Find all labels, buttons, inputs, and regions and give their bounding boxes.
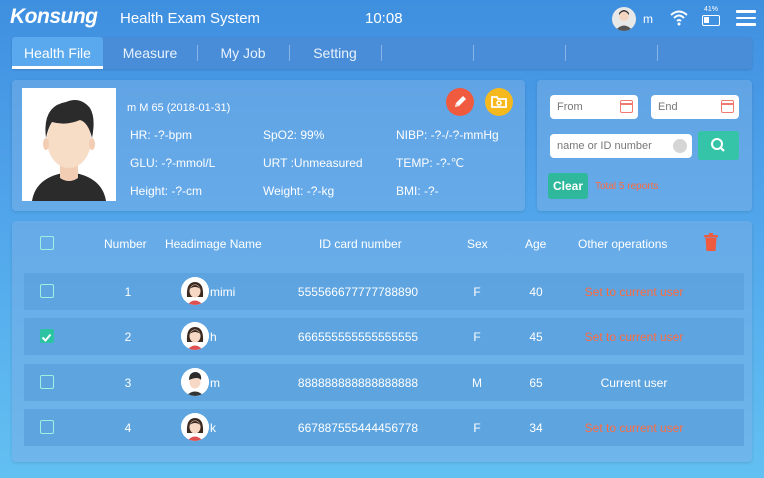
folder-icon (491, 96, 507, 108)
patient-table: Number Headimage Name ID card number Sex… (12, 221, 752, 462)
row-checkbox[interactable] (40, 284, 54, 298)
patient-summary-card: m M 65 (2018-01-31) HR: -?-bpm SpO2: 99%… (12, 80, 525, 211)
col-header-name: Headimage Name (165, 237, 262, 251)
row-id-number: 555566677777788890 (297, 285, 419, 299)
row-sex: M (472, 376, 482, 390)
user-avatar[interactable] (612, 7, 636, 31)
date-from-field[interactable]: From (550, 95, 638, 119)
bmi-value: BMI: -?- (396, 184, 439, 198)
wifi-icon (670, 10, 688, 26)
date-from-placeholder: From (557, 101, 583, 113)
row-operation: Current user (600, 376, 668, 390)
app-logo: Konsung (10, 5, 98, 28)
table-row[interactable]: 2 h 666555555555555555 F 45 Set to current us… (24, 318, 744, 355)
pencil-icon (455, 96, 466, 107)
row-number: 3 (124, 376, 132, 390)
row-id-number: 666555555555555555 (297, 330, 419, 344)
calendar-icon (620, 100, 633, 113)
table-row[interactable]: 1 mimi 555566677777788890 F 40 Set to current… (24, 273, 744, 310)
tab-my-job[interactable]: My Job (197, 37, 289, 69)
status-bar: Konsung Health Exam System 10:08 m 41% (0, 0, 764, 36)
row-operation[interactable]: Set to current user (554, 330, 714, 344)
date-end-field[interactable]: End (651, 95, 739, 119)
clear-button[interactable]: Clear (548, 173, 588, 199)
search-input-placeholder: name or ID number (557, 140, 652, 152)
row-name: m (210, 376, 220, 390)
row-checkbox[interactable] (40, 329, 54, 343)
row-checkbox[interactable] (40, 375, 54, 389)
current-user-name: m (643, 12, 653, 26)
row-age: 40 (529, 285, 543, 299)
search-input[interactable]: name or ID number (550, 134, 692, 158)
avatar (181, 368, 209, 396)
clear-input-icon[interactable] (673, 139, 687, 153)
row-age: 45 (529, 330, 543, 344)
weight-value: Weight: -?-kg (263, 184, 335, 198)
row-number: 2 (124, 330, 132, 344)
urt-value: URT :Unmeasured (263, 156, 363, 170)
row-age: 65 (529, 376, 543, 390)
app-title: Health Exam System (120, 10, 261, 27)
search-icon (711, 138, 725, 152)
spo2-value: SpO2: 99% (263, 128, 325, 142)
total-reports-text: Total 5 reports (595, 181, 659, 192)
check-icon (41, 333, 52, 342)
battery-icon: 41% (699, 6, 723, 30)
open-folder-button[interactable] (485, 88, 513, 116)
avatar (181, 277, 209, 305)
col-header-sex: Sex (467, 237, 488, 251)
tab-health-file[interactable]: Health File (12, 37, 103, 69)
hamburger-menu-icon[interactable] (736, 10, 756, 26)
col-header-id: ID card number (319, 237, 402, 251)
date-end-placeholder: End (658, 101, 678, 113)
col-header-age: Age (525, 237, 547, 251)
tab-measure[interactable]: Measure (104, 37, 196, 69)
trash-icon (704, 233, 718, 251)
col-header-ops: Other operations (578, 237, 668, 251)
tab-setting[interactable]: Setting (289, 37, 381, 69)
edit-patient-button[interactable] (446, 88, 474, 116)
patient-photo (22, 88, 116, 201)
table-row[interactable]: 3 m 888888888888888888 M 65 Current user (24, 364, 744, 401)
hr-value: HR: -?-bpm (130, 128, 193, 142)
search-button[interactable] (698, 131, 739, 160)
row-sex: F (473, 421, 481, 435)
delete-button[interactable] (704, 233, 718, 251)
row-sex: F (473, 285, 481, 299)
row-number: 4 (124, 421, 132, 435)
row-name: h (210, 330, 217, 344)
row-sex: F (473, 330, 481, 344)
height-value: Height: -?-cm (130, 184, 203, 198)
search-filter-card: From End name or ID number Clear Total 5… (537, 80, 752, 211)
avatar (181, 413, 209, 441)
col-header-number: Number (104, 237, 147, 251)
row-operation[interactable]: Set to current user (554, 285, 714, 299)
avatar (181, 322, 209, 350)
row-name: k (210, 421, 216, 435)
row-id-number: 667887555444456778 (297, 421, 419, 435)
row-age: 34 (529, 421, 543, 435)
calendar-icon (721, 100, 734, 113)
nibp-value: NIBP: -?-/-?-mmHg (396, 128, 499, 142)
row-operation[interactable]: Set to current user (554, 421, 714, 435)
row-checkbox[interactable] (40, 420, 54, 434)
clock: 10:08 (365, 10, 403, 27)
main-tab-bar: Health File Measure My Job Setting (12, 37, 752, 69)
row-name: mimi (210, 285, 236, 299)
select-all-checkbox[interactable] (40, 236, 54, 250)
temp-value: TEMP: -?-℃ (396, 156, 465, 170)
battery-percent: 41% (703, 6, 718, 13)
row-number: 1 (124, 285, 132, 299)
row-id-number: 888888888888888888 (297, 376, 419, 390)
glu-value: GLU: -?-mmol/L (130, 156, 216, 170)
table-row[interactable]: 4 k 667887555444456778 F 34 Set to current us… (24, 409, 744, 446)
patient-header: m M 65 (2018-01-31) (127, 102, 231, 114)
